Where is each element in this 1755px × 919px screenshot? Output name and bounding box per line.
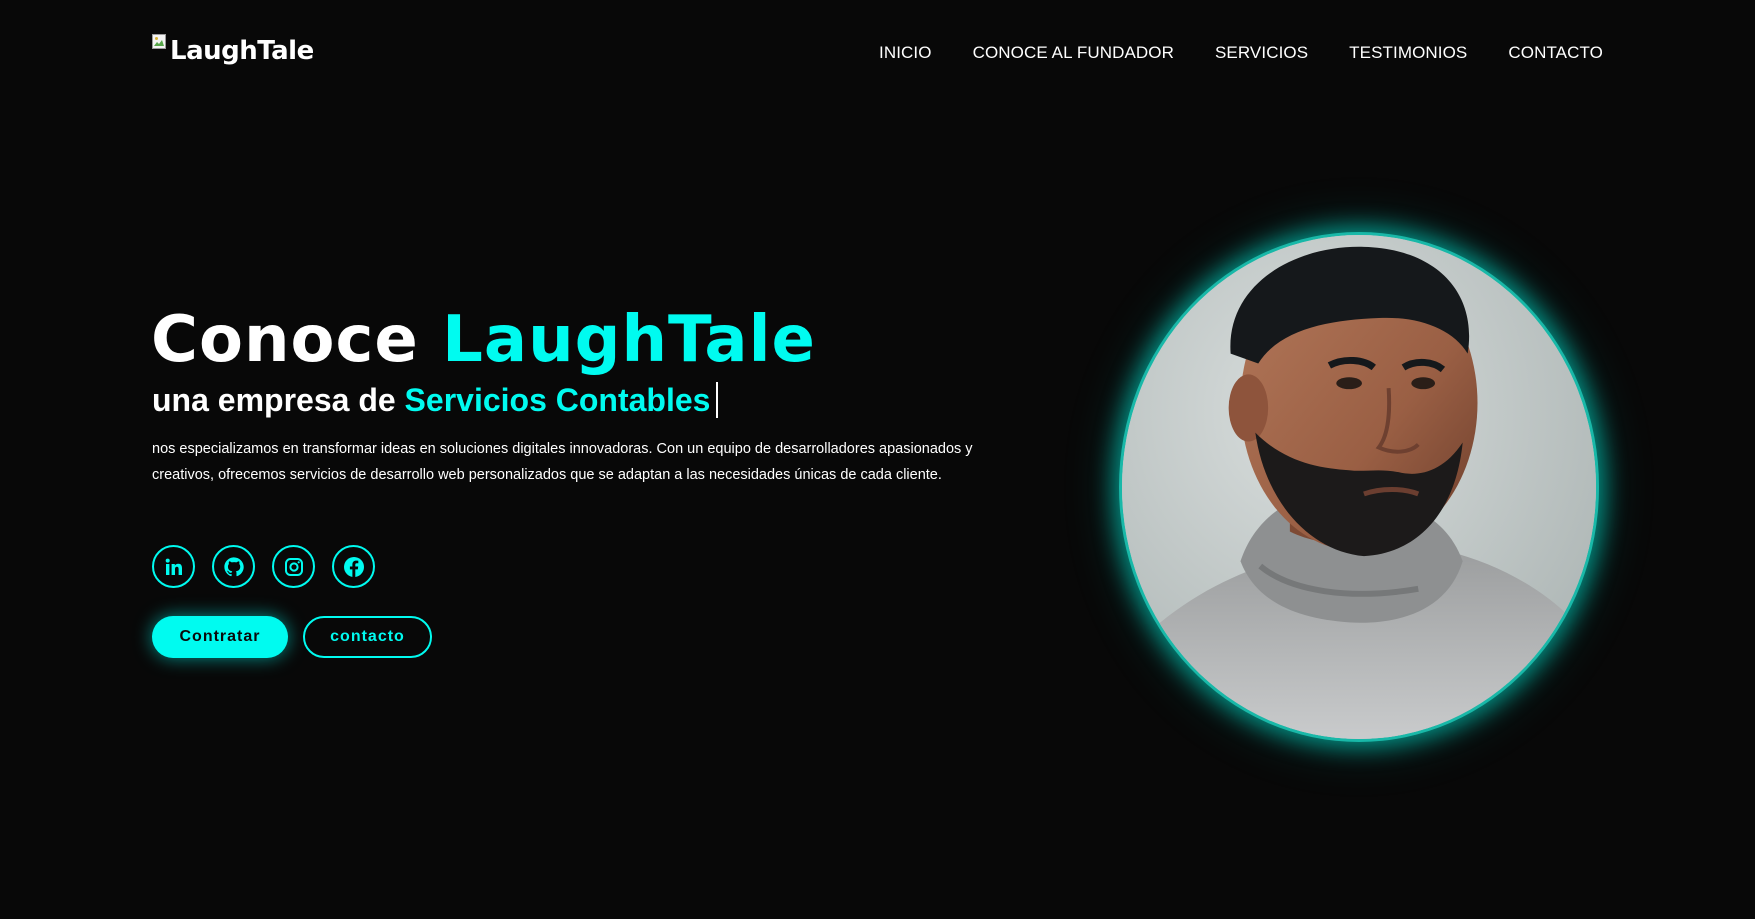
nav-item-testimonios: TESTIMONIOS <box>1349 43 1467 63</box>
landing-page: LaughTale INICIO CONOCE AL FUNDADOR SERV… <box>0 0 1755 919</box>
nav-link-inicio[interactable]: INICIO <box>879 43 932 62</box>
site-header: LaughTale INICIO CONOCE AL FUNDADOR SERV… <box>152 32 1603 74</box>
hero-title: Conoce LaughTale <box>151 302 816 378</box>
nav-link-servicios[interactable]: SERVICIOS <box>1215 43 1308 62</box>
facebook-button[interactable] <box>332 545 375 588</box>
hero-subtitle-typed: Servicios Contables <box>404 382 711 418</box>
instagram-icon <box>284 557 304 577</box>
github-icon <box>223 556 245 578</box>
hero-subtitle-prefix: una empresa de <box>152 382 396 418</box>
linkedin-icon <box>164 557 184 577</box>
typing-cursor <box>716 382 719 418</box>
nav-link-fundador[interactable]: CONOCE AL FUNDADOR <box>973 43 1174 62</box>
contact-button[interactable]: contacto <box>303 616 432 658</box>
nav-link-contacto[interactable]: CONTACTO <box>1508 43 1603 62</box>
founder-photo <box>1122 235 1596 739</box>
nav-item-inicio: INICIO <box>879 43 932 63</box>
hire-button[interactable]: Contratar <box>152 616 288 658</box>
hero-description: nos especializamos en transformar ideas … <box>152 441 973 483</box>
broken-image-icon <box>152 34 168 50</box>
hero-subtitle: una empresa de Servicios Contables <box>152 378 719 422</box>
nav-item-fundador: CONOCE AL FUNDADOR <box>973 43 1174 63</box>
logo-link[interactable]: LaughTale <box>152 32 314 66</box>
nav-item-contacto: CONTACTO <box>1508 43 1603 63</box>
nav-link-testimonios[interactable]: TESTIMONIOS <box>1349 43 1467 62</box>
logo-alt-text: LaughTale <box>170 36 314 66</box>
hero-title-prefix: Conoce <box>151 303 419 377</box>
facebook-icon <box>343 556 365 578</box>
hero-title-brand: LaughTale <box>442 303 816 377</box>
nav-item-servicios: SERVICIOS <box>1215 43 1308 63</box>
founder-portrait <box>1119 232 1599 742</box>
social-links <box>152 545 375 588</box>
instagram-button[interactable] <box>272 545 315 588</box>
github-button[interactable] <box>212 545 255 588</box>
hero-actions: Contratar contacto <box>152 616 432 658</box>
main-nav: INICIO CONOCE AL FUNDADOR SERVICIOS TEST… <box>879 43 1603 63</box>
linkedin-button[interactable] <box>152 545 195 588</box>
